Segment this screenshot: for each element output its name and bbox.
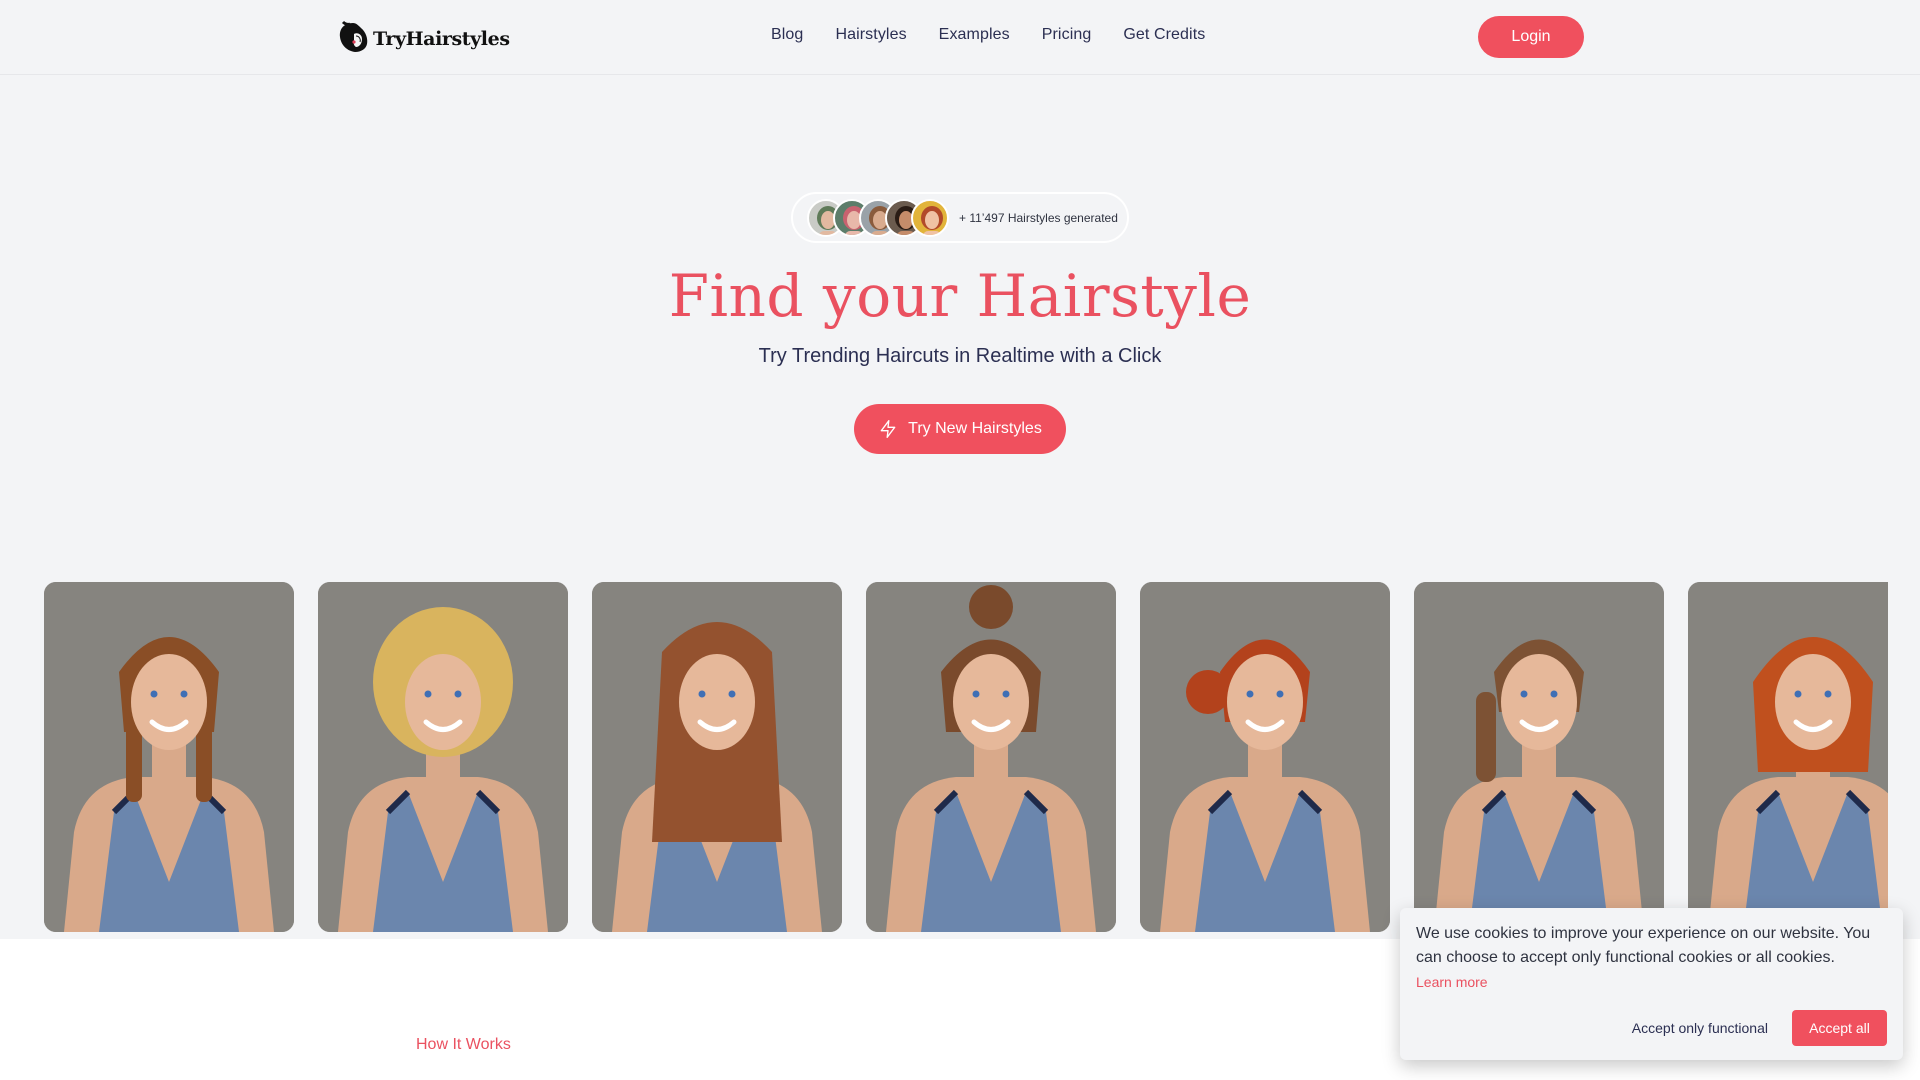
cookie-message: We use cookies to improve your experienc… [1416, 925, 1871, 966]
login-button[interactable]: Login [1478, 16, 1584, 58]
avatar-portrait [921, 205, 943, 235]
hero-title: Find your Hairstyle [668, 262, 1252, 330]
portrait-image [1140, 582, 1390, 932]
nav-examples[interactable]: Examples [939, 26, 1010, 44]
cookie-actions: Accept only functional Accept all [1632, 1010, 1887, 1046]
accept-functional-button[interactable]: Accept only functional [1632, 1020, 1768, 1036]
portrait-image [1414, 582, 1664, 932]
site-header: TryHairstyles Blog Hairstyles Examples P… [0, 0, 1920, 75]
hairstyle-card[interactable] [592, 582, 842, 932]
hairstyle-card[interactable] [1140, 582, 1390, 932]
cta-label: Try New Hairstyles [908, 420, 1042, 437]
hairstyle-card[interactable] [1414, 582, 1664, 932]
nav-get-credits[interactable]: Get Credits [1123, 26, 1205, 44]
portrait-image [592, 582, 842, 932]
learn-more-link[interactable]: Learn more [1416, 974, 1488, 990]
cookie-banner: We use cookies to improve your experienc… [1400, 908, 1903, 1060]
avatar-stack [807, 198, 949, 237]
woman-silhouette-icon [339, 20, 368, 52]
hero-subtitle: Try Trending Haircuts in Realtime with a… [758, 345, 1162, 367]
portrait-image [44, 582, 294, 932]
logo-link[interactable]: TryHairstyles [337, 20, 510, 54]
hairstyle-card[interactable] [1688, 582, 1888, 932]
hairstyle-card[interactable] [318, 582, 568, 932]
portrait-image [1688, 582, 1888, 932]
accept-all-button[interactable]: Accept all [1792, 1010, 1887, 1046]
generated-count-badge: + 11’497 Hairstyles generated [791, 192, 1129, 243]
avatar [911, 198, 949, 237]
nav-blog[interactable]: Blog [771, 26, 803, 44]
brand-name: TryHairstyles [373, 28, 510, 50]
portrait-image [318, 582, 568, 932]
generated-count-text: + 11’497 Hairstyles generated [959, 210, 1118, 225]
hairstyle-card[interactable] [866, 582, 1116, 932]
lightning-icon [880, 420, 896, 438]
nav-hairstyles[interactable]: Hairstyles [835, 26, 906, 44]
nav-pricing[interactable]: Pricing [1042, 26, 1092, 44]
hairstyle-gallery [0, 582, 1888, 932]
hairstyle-card[interactable] [44, 582, 294, 932]
main-nav: Blog Hairstyles Examples Pricing Get Cre… [771, 26, 1205, 44]
how-it-works-label: How It Works [416, 1036, 511, 1053]
portrait-image [866, 582, 1116, 932]
try-new-hairstyles-button[interactable]: Try New Hairstyles [854, 404, 1066, 454]
